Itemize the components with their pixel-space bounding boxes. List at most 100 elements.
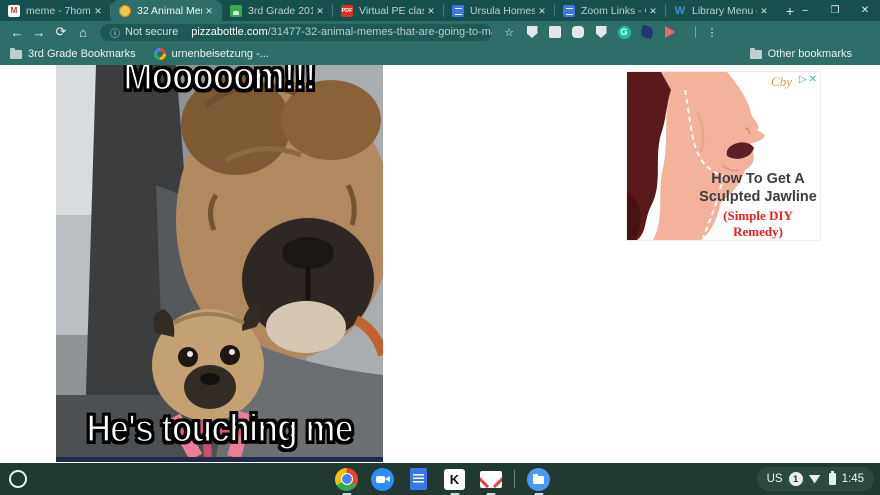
adchoices-icon[interactable]: ▷ [799,74,807,85]
notification-counter: 1 [788,472,803,486]
tab-gmail-meme[interactable]: M meme - 7homesug ✕ [0,0,111,21]
ad-copy: How To Get A Sculpted Jawline (Simple DI… [699,170,817,240]
active-app-indicator [342,492,351,495]
security-status: Not secure [125,26,179,38]
active-app-indicator [450,492,459,495]
tab-close-icon[interactable]: ✕ [535,4,549,18]
google-docs-favicon [563,4,575,17]
puzzle-extension-icon[interactable] [572,26,584,38]
browser-toolbar: ← → ⟳ ⌂ ⓘ Not secure pizzabottle.com /31… [0,21,880,43]
tab-ursula-homestead[interactable]: Ursula Homestead ✕ [444,0,555,21]
kami-app-icon[interactable]: K [442,467,467,495]
gmail-favicon: M [8,4,20,17]
clock: 1:45 [841,473,864,485]
ad-brand-signature: Cby [771,74,792,89]
chrome-app-icon[interactable] [334,467,359,495]
dog-meme-photo: Mooooom!!! He's touching me [56,65,383,457]
bookmark-star-icon[interactable]: ☆ [502,25,516,39]
close-icon[interactable]: ✕ [850,5,880,16]
reload-icon[interactable]: ⟳ [50,24,72,40]
shelf-separator [514,470,515,488]
url-path: /31477-32-animal-memes-that-are-going-to… [267,26,492,38]
files-app-icon[interactable] [526,467,551,495]
shield-extension-icon[interactable] [526,26,538,38]
home-icon[interactable]: ⌂ [72,25,94,40]
tab-title: Library Menu of Ac [692,4,757,17]
tab-library-menu[interactable]: W Library Menu of Ac ✕ [666,0,777,21]
back-icon[interactable]: ← [6,25,28,40]
tab-close-icon[interactable]: ✕ [757,4,771,18]
tab-close-icon[interactable]: ✕ [646,4,660,18]
address-bar[interactable]: ⓘ Not secure pizzabottle.com /31477-32-a… [100,23,492,41]
forward-icon[interactable]: → [28,25,50,40]
tab-close-icon[interactable]: ✕ [313,4,327,18]
kami-extension-icon[interactable] [639,24,655,40]
google-docs-favicon [452,4,464,17]
tab-close-icon[interactable]: ✕ [202,4,216,18]
bookmarks-bar: 3rd Grade Bookmarks urnenbeisetzung -...… [0,43,880,65]
tab-title: Virtual PE classroo [359,4,424,17]
window-controls: – ❐ ✕ [790,0,880,21]
toolbar-separator [695,26,696,38]
tab-close-icon[interactable]: ✕ [424,4,438,18]
screen: M meme - 7homesug ✕ 32 Animal Memes ✕ 3r… [0,0,880,495]
url-domain: pizzabottle.com [191,26,268,38]
extension-row: ☆ G ⋮ [502,24,719,40]
launcher-button[interactable] [9,470,27,488]
meme-top-caption: Mooooom!!! [122,65,317,100]
ad-headline-line1: How To Get A [711,171,805,187]
battery-icon [828,471,836,485]
screencast-extension-icon[interactable] [665,26,675,38]
page-info-icon[interactable]: ⓘ [110,25,120,40]
gmail-app-icon[interactable] [478,467,503,495]
tab-zoom-links[interactable]: Zoom Links - Goog ✕ [555,0,666,21]
google-classroom-favicon [230,4,242,17]
ad-headline-line2: Sculpted Jawline [699,189,817,206]
bookmark-urnenbeisetzung[interactable]: urnenbeisetzung -... [153,48,269,60]
google-favicon [153,48,166,60]
tab-virtual-pe[interactable]: PDF Virtual PE classroo ✕ [333,0,444,21]
maximize-icon[interactable]: ❐ [820,5,850,16]
browser-menu-icon[interactable]: ⋮ [705,25,719,39]
bookmark-folder-3rd-grade[interactable]: 3rd Grade Bookmarks [10,47,136,60]
system-tray[interactable]: US 1 1:45 [756,467,874,491]
pizzabottle-favicon [119,4,131,17]
chromeos-shelf: K US 1 1:45 [0,463,880,495]
docs-app-icon[interactable] [406,467,431,492]
ad-close-icon[interactable]: ✕ [809,74,817,85]
ad-subheadline: (Simple DIY Remedy) [723,208,793,240]
other-bookmarks-label: Other bookmarks [767,48,852,60]
zoom-app-icon[interactable] [370,467,395,492]
tab-title: Zoom Links - Goog [581,4,646,17]
wifi-icon [808,474,821,484]
page-content: Mooooom!!! He's touching me Cby ▷ ✕ How … [0,65,880,463]
tab-title: 3rd Grade 2019-20 [248,4,313,17]
shield2-extension-icon[interactable] [595,26,607,38]
tab-strip: M meme - 7homesug ✕ 32 Animal Memes ✕ 3r… [0,0,880,21]
tab-title: 32 Animal Memes [137,4,202,17]
pdf-favicon: PDF [341,4,353,17]
grammarly-extension-icon[interactable]: G [617,25,631,39]
page-divider-strip [56,457,383,462]
keyboard-layout-label: US [766,473,783,485]
tab-close-icon[interactable]: ✕ [91,4,105,18]
car-dogs-illustration [56,65,383,457]
jawline-ad[interactable]: Cby ▷ ✕ How To Get A Sculpted Jawline (S… [627,72,820,240]
active-app-indicator [486,492,495,495]
minimize-icon[interactable]: – [790,5,820,16]
folder-icon [10,47,22,59]
tab-animal-memes-active[interactable]: 32 Animal Memes ✕ [111,0,222,21]
folder-icon [749,47,762,59]
shelf-app-row: K [334,466,551,495]
meme-article-image: Mooooom!!! He's touching me [56,65,383,462]
tab-title: meme - 7homesug [26,4,91,17]
tab-classroom[interactable]: 3rd Grade 2019-20 ✕ [222,0,333,21]
adchoices-badges: ▷ ✕ [799,74,817,85]
active-app-indicator [534,492,543,495]
other-bookmarks-button[interactable]: Other bookmarks [749,47,852,60]
bookmark-label: 3rd Grade Bookmarks [28,48,136,60]
meme-bottom-caption: He's touching me [85,406,354,452]
page-extension-icon[interactable] [549,26,561,38]
tab-title: Ursula Homestead [470,4,535,17]
weebly-favicon: W [674,4,686,17]
